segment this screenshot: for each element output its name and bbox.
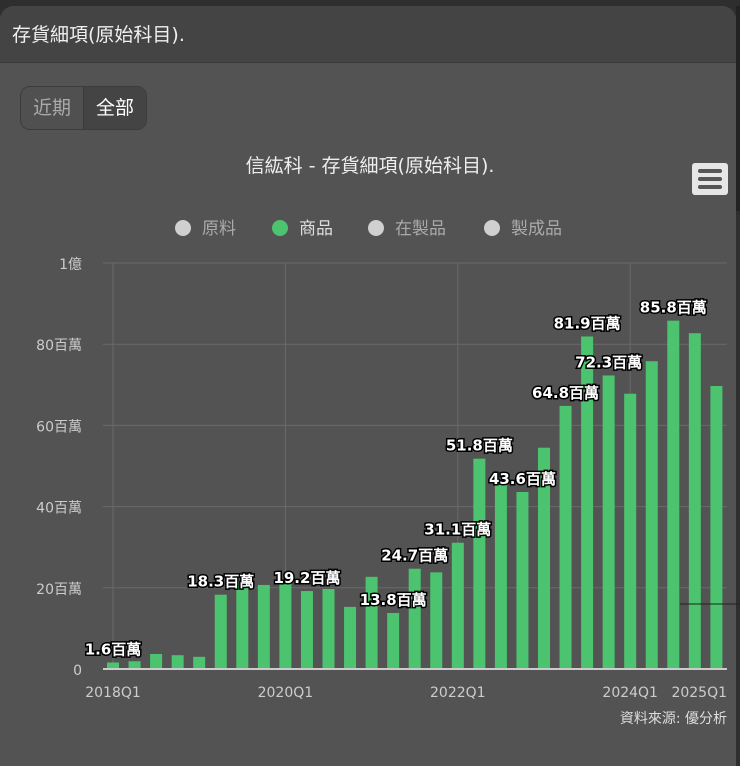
legend-marker-icon: [368, 220, 384, 236]
bar-2023Q4: [602, 375, 615, 669]
bar-2021Q2: [387, 612, 400, 669]
bar-2022Q3: [494, 478, 507, 669]
x-tick-label: 2020Q1: [258, 685, 314, 701]
x-tick-label: 2025Q1: [671, 685, 727, 701]
legend-marker-icon: [272, 220, 288, 236]
data-label: 24.7百萬: [381, 547, 448, 565]
bar-2022Q2: [473, 458, 486, 669]
bar-2020Q3: [322, 589, 335, 669]
y-tick-label: 60百萬: [36, 419, 82, 435]
data-label: 85.8百萬: [640, 299, 707, 317]
bar-chart: 信紘科 - 存貨細項(原始科目). 原料 商品 在製品 製成品 0 20百萬 40百萬 60百萬…: [36, 155, 740, 727]
bar-2021Q4: [430, 572, 443, 669]
legend-item: 製成品: [511, 219, 562, 239]
bar-2025Q1: [710, 386, 723, 669]
legend-marker-icon: [484, 220, 500, 236]
legend-marker-icon: [175, 220, 191, 236]
bar-2024Q2: [645, 361, 658, 669]
bar-2021Q3: [408, 568, 421, 669]
bar-2020Q1: [279, 583, 292, 669]
data-label: 72.3百萬: [575, 353, 642, 371]
bar-2022Q4: [516, 491, 529, 669]
data-label: 81.9百萬: [554, 314, 621, 332]
legend-item: 原料: [202, 219, 236, 239]
bar-2024Q4: [688, 333, 701, 669]
bar-2022Q1: [451, 542, 464, 669]
y-tick-label: 80百萬: [36, 338, 82, 354]
bar-2019Q2: [214, 594, 227, 669]
bar-2018Q3: [150, 653, 163, 669]
x-tick-label: 2024Q1: [602, 685, 658, 701]
y-tick-label: 0: [73, 663, 82, 679]
bar-2018Q2: [128, 661, 141, 669]
data-label: 31.1百萬: [424, 521, 491, 539]
y-tick-label: 1億: [59, 257, 82, 273]
x-tick-label: 2022Q1: [430, 685, 486, 701]
bar-2020Q2: [300, 591, 313, 669]
data-label: 64.8百萬: [532, 384, 599, 402]
data-label: 51.8百萬: [446, 437, 513, 455]
data-label: 43.6百萬: [489, 470, 556, 488]
bar-2018Q4: [171, 655, 184, 669]
bar-2024Q3: [667, 320, 680, 669]
data-label: 13.8百萬: [360, 591, 427, 609]
legend-item: 商品: [299, 219, 333, 239]
x-tick-label: 2018Q1: [85, 685, 141, 701]
chart-title: 信紘科 - 存貨細項(原始科目).: [246, 155, 495, 177]
legend-item: 在製品: [395, 219, 446, 239]
y-tick-label: 40百萬: [36, 501, 82, 517]
bar-2024Q1: [624, 393, 637, 669]
bar-2019Q1: [193, 656, 206, 669]
data-label: 1.6百萬: [85, 641, 142, 659]
bar-2023Q2: [559, 405, 572, 669]
bar-2019Q4: [257, 584, 270, 669]
bar-2020Q4: [344, 606, 357, 669]
bar-2019Q3: [236, 580, 249, 669]
data-label: 18.3百萬: [187, 573, 254, 591]
y-tick-label: 20百萬: [36, 582, 82, 598]
credit-text: 資料來源: 優分析: [620, 711, 727, 727]
data-label: 19.2百萬: [273, 569, 340, 587]
